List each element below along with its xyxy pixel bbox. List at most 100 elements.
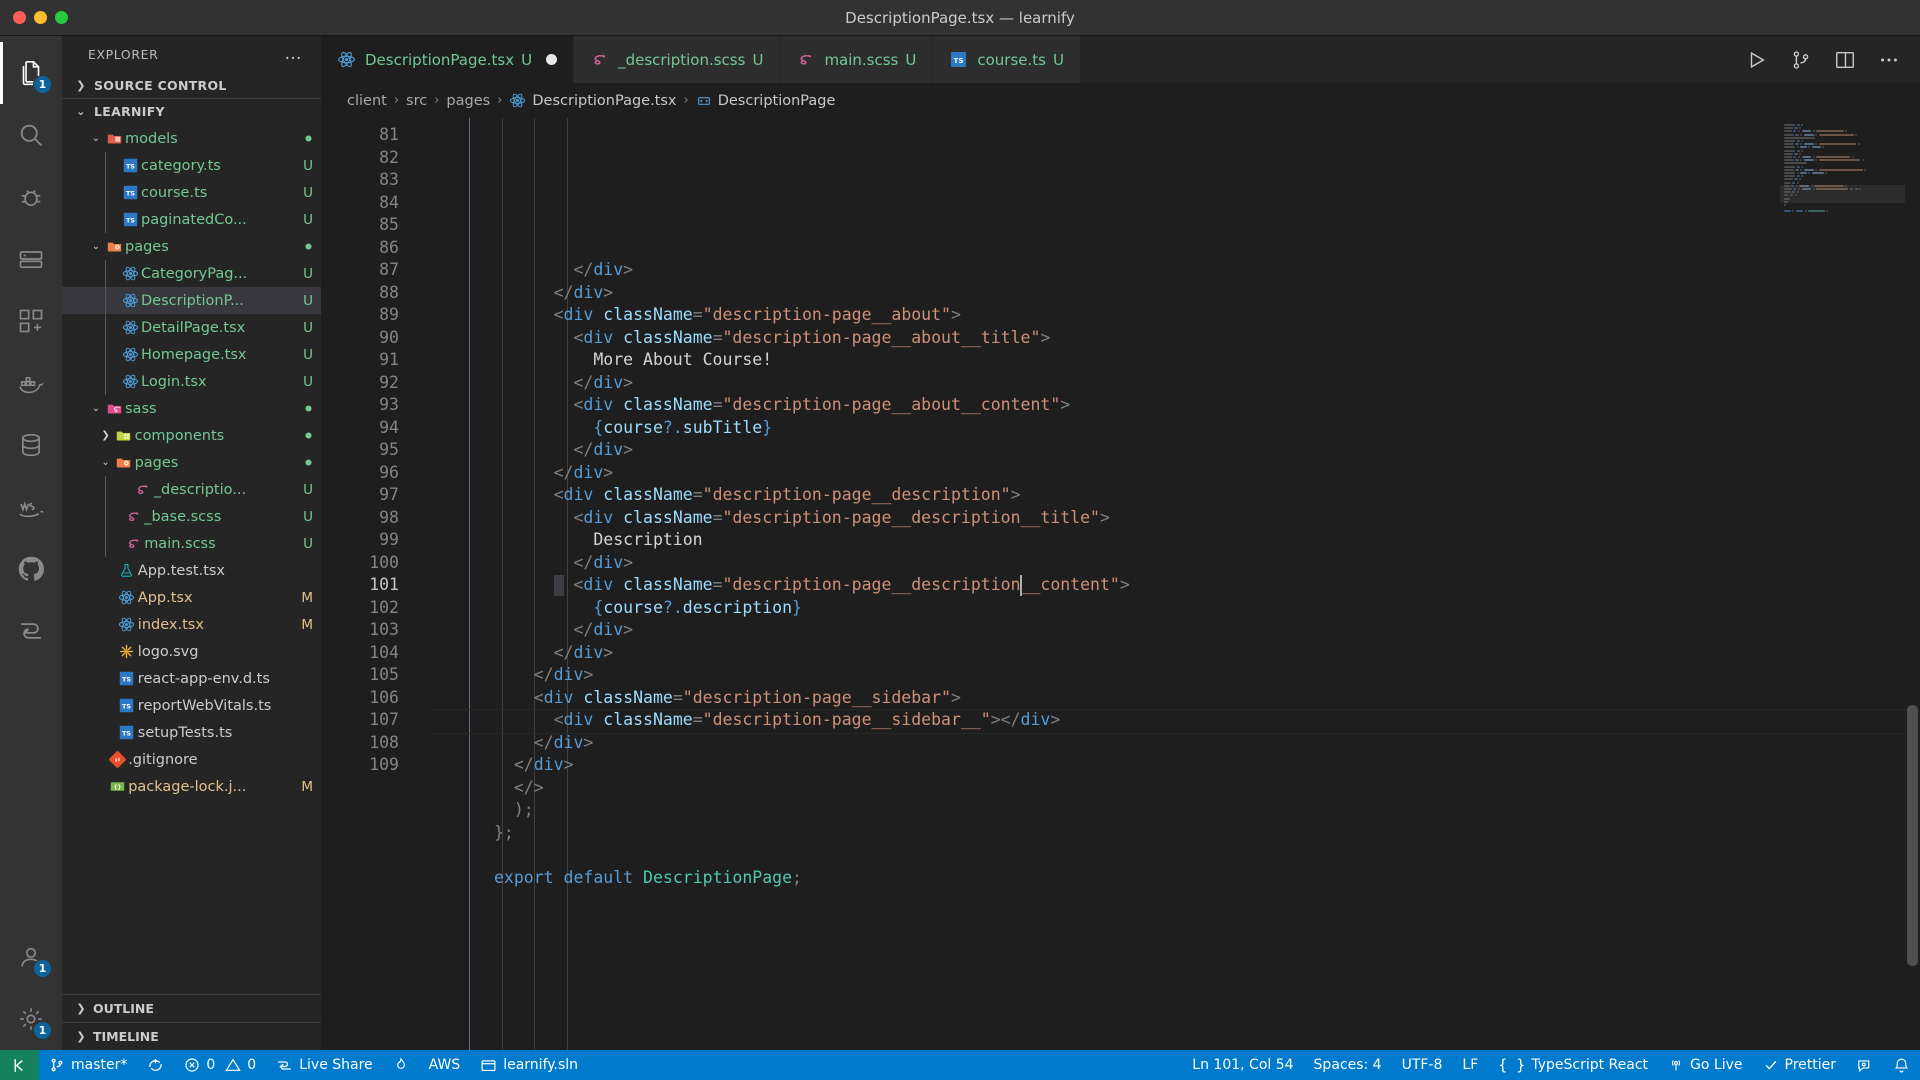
tree-folder-item[interactable]: ⌄ sass [62, 395, 321, 422]
tree-file-item[interactable]: DescriptionP... U [62, 287, 321, 314]
line-number[interactable]: 104 [321, 642, 399, 665]
sidebar-section-source-control[interactable]: ❯ SOURCE CONTROL [62, 72, 321, 98]
status-encoding[interactable]: UTF-8 [1392, 1050, 1453, 1080]
breadcrumb-item[interactable]: DescriptionPage [696, 93, 835, 109]
tree-file-item[interactable]: index.tsx M [62, 611, 321, 638]
line-number[interactable]: 97 [321, 484, 399, 507]
line-number[interactable]: 107 [321, 709, 399, 732]
tree-file-item[interactable]: TS reportWebVitals.ts [62, 692, 321, 719]
status-live-share[interactable]: Live Share [266, 1050, 382, 1080]
code-line[interactable]: </div> [429, 619, 1920, 642]
sidebar-section-timeline[interactable]: ❯ TIMELINE [62, 1022, 321, 1050]
code-line[interactable]: </div> [429, 552, 1920, 575]
tree-file-item[interactable]: Login.tsx U [62, 368, 321, 395]
ellipsis-icon[interactable] [1878, 49, 1900, 71]
line-number[interactable]: 103 [321, 619, 399, 642]
line-number[interactable]: 105 [321, 664, 399, 687]
tree-file-item[interactable]: App.tsx M [62, 584, 321, 611]
activitybar-item-remote-explorer[interactable] [0, 228, 62, 290]
activitybar-item-docker[interactable] [0, 352, 62, 414]
status-sync[interactable] [137, 1050, 174, 1080]
code-line[interactable]: Description [429, 529, 1920, 552]
activitybar-item-aws[interactable] [0, 476, 62, 538]
tree-file-item[interactable]: _descriptio... U [62, 476, 321, 503]
line-number[interactable]: 85 [321, 214, 399, 237]
vertical-scrollbar[interactable] [1907, 705, 1918, 967]
code-line[interactable]: </div> [429, 462, 1920, 485]
code-line[interactable]: <div className="description-page__descri… [429, 574, 1920, 597]
sidebar-more-actions-icon[interactable]: … [285, 46, 304, 63]
line-number[interactable]: 81 [321, 124, 399, 147]
sidebar-section-outline[interactable]: ❯ OUTLINE [62, 994, 321, 1022]
branch-icon[interactable] [1790, 49, 1812, 71]
activitybar-item-database[interactable] [0, 414, 62, 476]
code-line[interactable]: </div> [429, 282, 1920, 305]
activitybar-item-manage[interactable]: 1 [0, 988, 62, 1050]
editor-actions[interactable] [1726, 36, 1920, 83]
chevron-down-icon[interactable]: ⌄ [89, 133, 103, 144]
chevron-down-icon[interactable]: ⌄ [89, 241, 103, 252]
tree-file-item[interactable]: TS course.ts U [62, 179, 321, 206]
status-language-mode[interactable]: { } TypeScript React [1488, 1050, 1658, 1080]
code-line[interactable]: {course?.description} [429, 597, 1920, 620]
activitybar-item-live-share[interactable] [0, 600, 62, 662]
line-number[interactable]: 101 [321, 574, 399, 597]
tree-folder-item[interactable]: ⌄ pages [62, 233, 321, 260]
activitybar-item-search[interactable] [0, 104, 62, 166]
editor-tab[interactable]: TS course.ts U [933, 36, 1081, 83]
tree-folder-item[interactable]: ⌄ models [62, 125, 321, 152]
code-line[interactable]: <div className="description-page__descri… [429, 484, 1920, 507]
code-line[interactable] [429, 889, 1920, 912]
breadcrumb-item[interactable]: pages [446, 93, 490, 109]
code-line[interactable]: <div className="description-page__about_… [429, 394, 1920, 417]
tree-file-item[interactable]: main.scss U [62, 530, 321, 557]
line-number[interactable]: 96 [321, 462, 399, 485]
line-number[interactable]: 89 [321, 304, 399, 327]
code-line[interactable]: }; [429, 822, 1920, 845]
status-notifications[interactable] [1883, 1050, 1920, 1080]
line-number[interactable]: 90 [321, 327, 399, 350]
window-controls[interactable] [0, 11, 68, 24]
code-line[interactable]: </div> [429, 259, 1920, 282]
line-number[interactable]: 87 [321, 259, 399, 282]
maximize-window-button[interactable] [55, 11, 68, 24]
chevron-down-icon[interactable]: ⌄ [89, 403, 103, 414]
tree-file-item[interactable]: TS paginatedCo... U [62, 206, 321, 233]
breadcrumb-item[interactable]: DescriptionPage.tsx [509, 92, 677, 109]
line-number[interactable]: 102 [321, 597, 399, 620]
tab-dirty-indicator[interactable] [546, 54, 558, 65]
tree-file-item[interactable]: TS setupTests.ts [62, 719, 321, 746]
code-line[interactable]: </div> [429, 664, 1920, 687]
editor-tab[interactable]: main.scss U [780, 36, 934, 83]
close-window-button[interactable] [13, 11, 26, 24]
line-number[interactable]: 93 [321, 394, 399, 417]
status-solution[interactable]: learnify.sln [470, 1050, 588, 1080]
line-number[interactable]: 84 [321, 192, 399, 215]
chevron-down-icon[interactable]: ⌄ [99, 457, 113, 468]
editor-tab[interactable]: _description.scss U [574, 36, 781, 83]
status-branch[interactable]: master* [39, 1050, 137, 1080]
folding-column[interactable] [411, 118, 429, 1050]
line-number[interactable]: 95 [321, 439, 399, 462]
tree-file-item[interactable]: CategoryPag... U [62, 260, 321, 287]
tree-file-item[interactable]: _base.scss U [62, 503, 321, 530]
code-line[interactable]: export default DescriptionPage; [429, 867, 1920, 890]
line-number[interactable]: 82 [321, 147, 399, 170]
line-number[interactable]: 83 [321, 169, 399, 192]
status-remote-indicator[interactable] [0, 1050, 39, 1080]
line-number[interactable]: 94 [321, 417, 399, 440]
code-line[interactable]: </> [429, 777, 1920, 800]
tree-folder-item[interactable]: ❯ components [62, 422, 321, 449]
code-line[interactable]: <div className="description-page__descri… [429, 507, 1920, 530]
tab-strip[interactable]: DescriptionPage.tsx U _description.scss Uma… [321, 36, 1726, 83]
tree-folder-item[interactable]: ⌄ pages [62, 449, 321, 476]
status-eol[interactable]: LF [1452, 1050, 1488, 1080]
code-line[interactable]: </div> [429, 754, 1920, 777]
line-number[interactable]: 108 [321, 732, 399, 755]
tree-file-item[interactable]: logo.svg [62, 638, 321, 665]
breadcrumb-item[interactable]: client [347, 93, 387, 109]
activitybar-item-explorer[interactable]: 1 [0, 42, 62, 104]
code-line[interactable]: ); [429, 799, 1920, 822]
tree-file-item[interactable]: {} package-lock.j... M [62, 773, 321, 800]
code-content[interactable]: </div> </div> <div className="descriptio… [429, 118, 1920, 1050]
